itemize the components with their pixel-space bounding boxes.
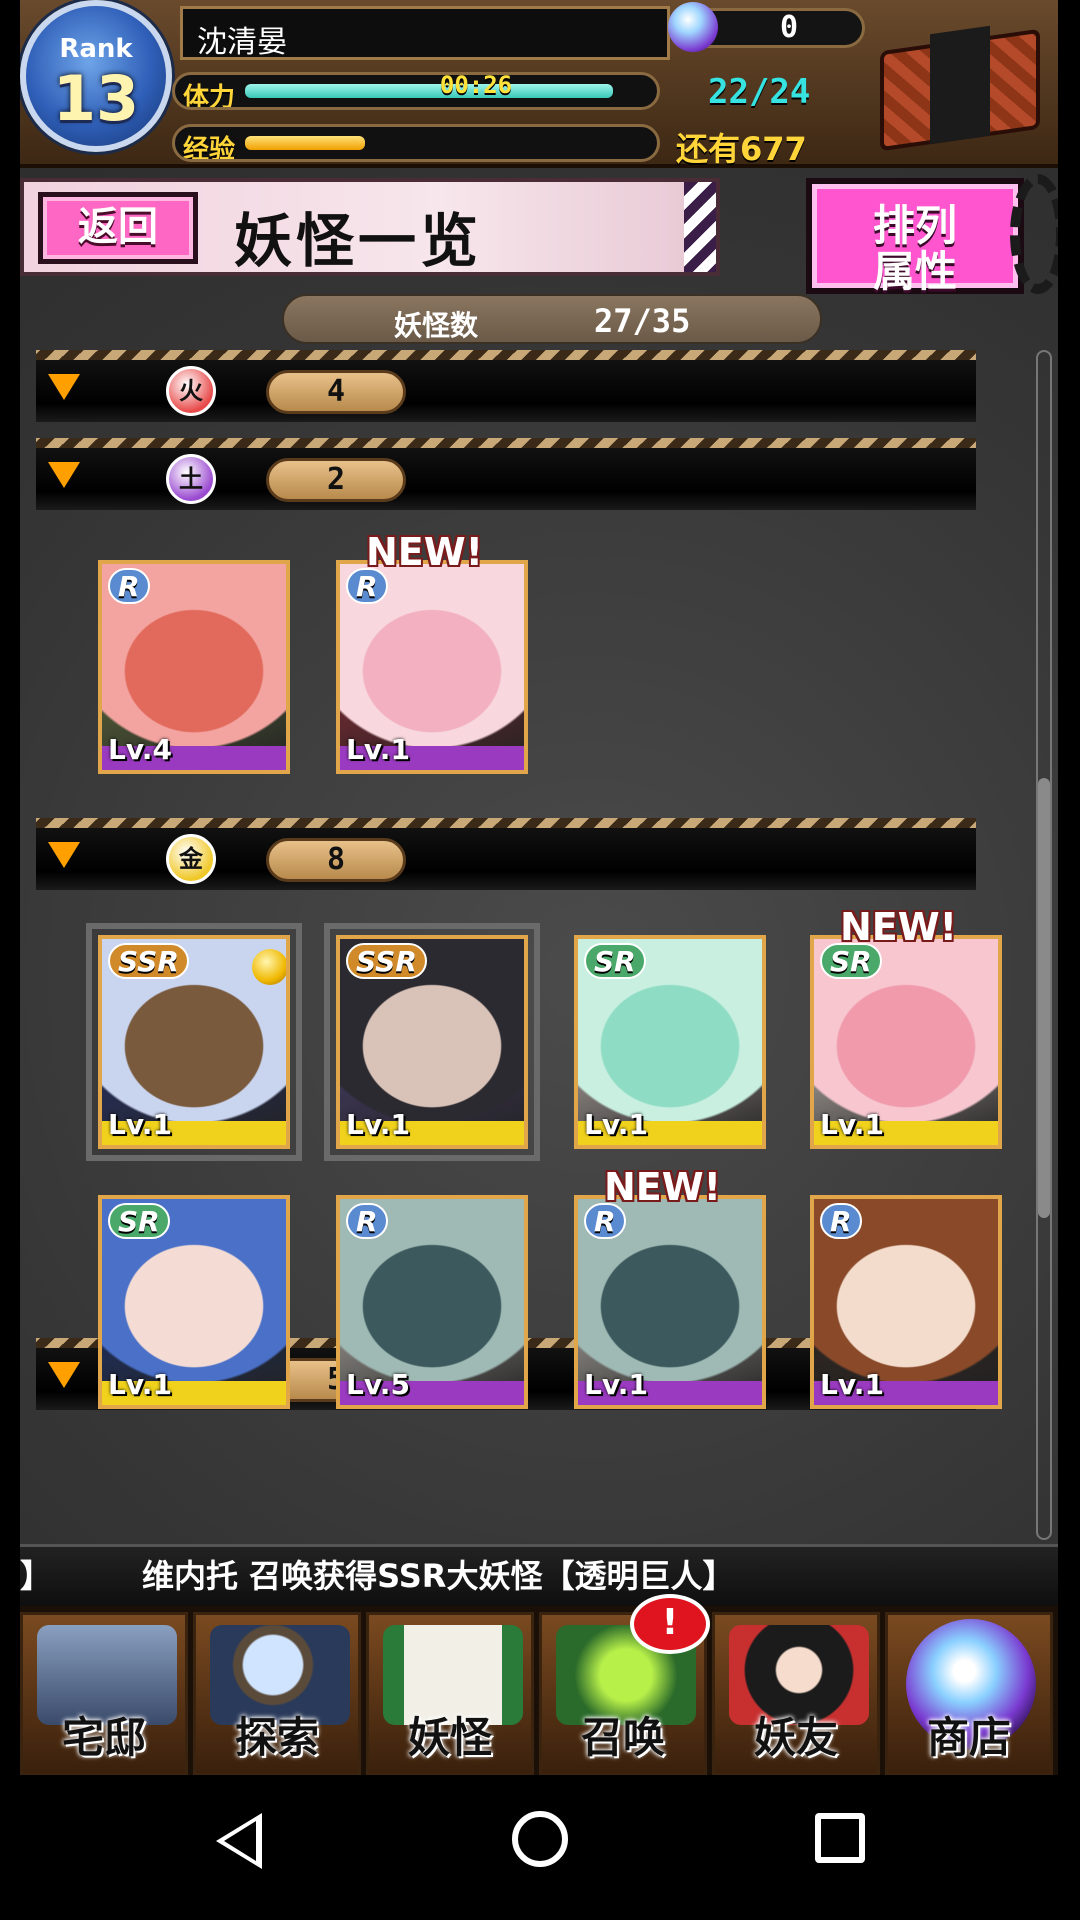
system-recents-icon[interactable] (815, 1813, 865, 1863)
rarity-badge: R (108, 568, 150, 604)
status-bar: Rank 13 沈清晏 0 体力 00:26 22/24 经验 还有677 (20, 0, 1058, 168)
rarity-badge: SSR (108, 943, 189, 979)
back-button[interactable]: 返回 (38, 192, 198, 264)
chest-band (930, 25, 990, 145)
yokai-card[interactable]: Lv.1 SR (810, 935, 1002, 1149)
yokai-count-label: 妖怪数 (394, 309, 479, 342)
card-level: Lv.1 (108, 1108, 172, 1141)
earth-attribute-icon: 土 (166, 454, 216, 504)
card-level: Lv.1 (820, 1368, 884, 1401)
yokai-card[interactable]: Lv.1 SR (98, 1195, 290, 1409)
rarity-badge: SR (108, 1203, 170, 1239)
scroll-thumb[interactable] (1038, 778, 1050, 1218)
list-scrollbar[interactable] (1030, 350, 1058, 1540)
stamina-bar: 体力 00:26 (172, 72, 660, 110)
sort-label-line2: 属性 (872, 247, 957, 296)
yokai-card[interactable]: Lv.5 R (336, 1195, 528, 1409)
card-level: Lv.1 (346, 733, 410, 766)
nav-label: 妖怪 (407, 1713, 492, 1762)
collapse-arrow-icon[interactable] (48, 1362, 80, 1388)
nav-item-5[interactable]: 商店 (885, 1612, 1053, 1775)
ticker-prefix: 】 (20, 1557, 53, 1595)
group-count: 2 (266, 458, 406, 502)
page-header: 返回 妖怪一览 (20, 178, 720, 276)
group-count: 8 (266, 838, 406, 882)
card-level: Lv.4 (108, 733, 172, 766)
medal-icon (252, 949, 286, 985)
group-count: 4 (266, 370, 406, 414)
card-level: Lv.1 (584, 1108, 648, 1141)
new-badge: NEW! (366, 530, 484, 574)
yokai-card[interactable]: Lv.1 SSR (86, 923, 302, 1161)
page-title: 妖怪一览 (234, 207, 483, 275)
stamina-count: 22/24 (708, 72, 811, 112)
stamina-timer: 00:26 (439, 72, 513, 99)
ticker-message: 维内托 召唤获得SSR大妖怪【透明巨人】 (142, 1557, 735, 1595)
metal-attribute-icon: 金 (166, 834, 216, 884)
rank-value: 13 (52, 62, 140, 135)
new-badge: NEW! (840, 905, 958, 949)
exp-fill (245, 136, 365, 150)
rarity-badge: R (346, 1203, 388, 1239)
rarity-badge: SSR (346, 943, 427, 979)
group-header[interactable]: 土2 (36, 438, 976, 510)
yokai-card[interactable]: Lv.1 R (336, 560, 528, 774)
new-badge: NEW! (604, 1165, 722, 1209)
nav-label: 探索 (234, 1713, 319, 1762)
nav-label: 妖友 (753, 1713, 838, 1762)
bottom-nav: 宅邸 探索 妖怪 召唤 妖友 商店 (20, 1606, 1058, 1775)
yokai-card[interactable]: Lv.1 SR (574, 935, 766, 1149)
nav-item-1[interactable]: 探索 (193, 1612, 361, 1775)
yokai-count-value: 27/35 (594, 302, 691, 340)
game-screen: Rank 13 沈清晏 0 体力 00:26 22/24 经验 还有677 返回… (20, 0, 1058, 1775)
system-home-icon[interactable] (512, 1811, 568, 1867)
player-name: 沈清晏 (180, 6, 670, 60)
card-level: Lv.1 (108, 1368, 172, 1401)
collapse-arrow-icon[interactable] (48, 462, 80, 488)
card-level: Lv.5 (346, 1368, 410, 1401)
crystal-orb-icon (668, 2, 718, 52)
orb-count: 0 (780, 10, 799, 45)
exp-label: 经验 (183, 135, 236, 162)
card-level: Lv.1 (820, 1108, 884, 1141)
card-level: Lv.1 (584, 1368, 648, 1401)
collapse-arrow-icon[interactable] (48, 374, 80, 400)
yokai-card[interactable]: Lv.1 SSR (324, 923, 540, 1161)
yokai-card[interactable]: Lv.4 R (98, 560, 290, 774)
nav-item-0[interactable]: 宅邸 (20, 1612, 188, 1775)
rank-label: Rank (59, 34, 133, 64)
sort-button[interactable]: 排列 属性 (806, 178, 1024, 296)
yokai-list[interactable]: 火4土2金8水5Lv.4RLv.1RNEW!Lv.1SSRLv.1SSRLv.1… (20, 350, 1030, 1540)
gear-icon (1010, 174, 1058, 294)
group-header[interactable]: 金8 (36, 818, 976, 890)
nav-label: 宅邸 (61, 1713, 146, 1762)
exp-remaining: 还有677 (676, 130, 807, 168)
yokai-card[interactable]: Lv.1 R (810, 1195, 1002, 1409)
app-root: Rank 13 沈清晏 0 体力 00:26 22/24 经验 还有677 返回… (0, 0, 1080, 1920)
rank-badge[interactable]: Rank 13 (20, 0, 172, 152)
nav-item-4[interactable]: 妖友 (712, 1612, 880, 1775)
yokai-card[interactable]: Lv.1 R (574, 1195, 766, 1409)
news-ticker: 】 维内托 召唤获得SSR大妖怪【透明巨人】 (20, 1544, 1058, 1608)
summon-alert-badge: ! (630, 1594, 710, 1654)
header-stripe (684, 182, 716, 272)
rarity-badge: SR (584, 943, 646, 979)
exp-bar: 经验 (172, 124, 660, 162)
rarity-badge: R (820, 1203, 862, 1239)
card-level: Lv.1 (346, 1108, 410, 1141)
nav-label: 召唤 (580, 1713, 665, 1762)
yokai-count-pill: 妖怪数 27/35 (282, 294, 822, 344)
treasure-chest-button[interactable] (870, 10, 1050, 155)
nav-item-2[interactable]: 妖怪 (366, 1612, 534, 1775)
fire-attribute-icon: 火 (166, 366, 216, 416)
system-back-icon-inner (224, 1821, 256, 1861)
collapse-arrow-icon[interactable] (48, 842, 80, 868)
system-nav-bar (0, 1775, 1080, 1920)
nav-label: 商店 (926, 1713, 1011, 1762)
group-header[interactable]: 火4 (36, 350, 976, 422)
